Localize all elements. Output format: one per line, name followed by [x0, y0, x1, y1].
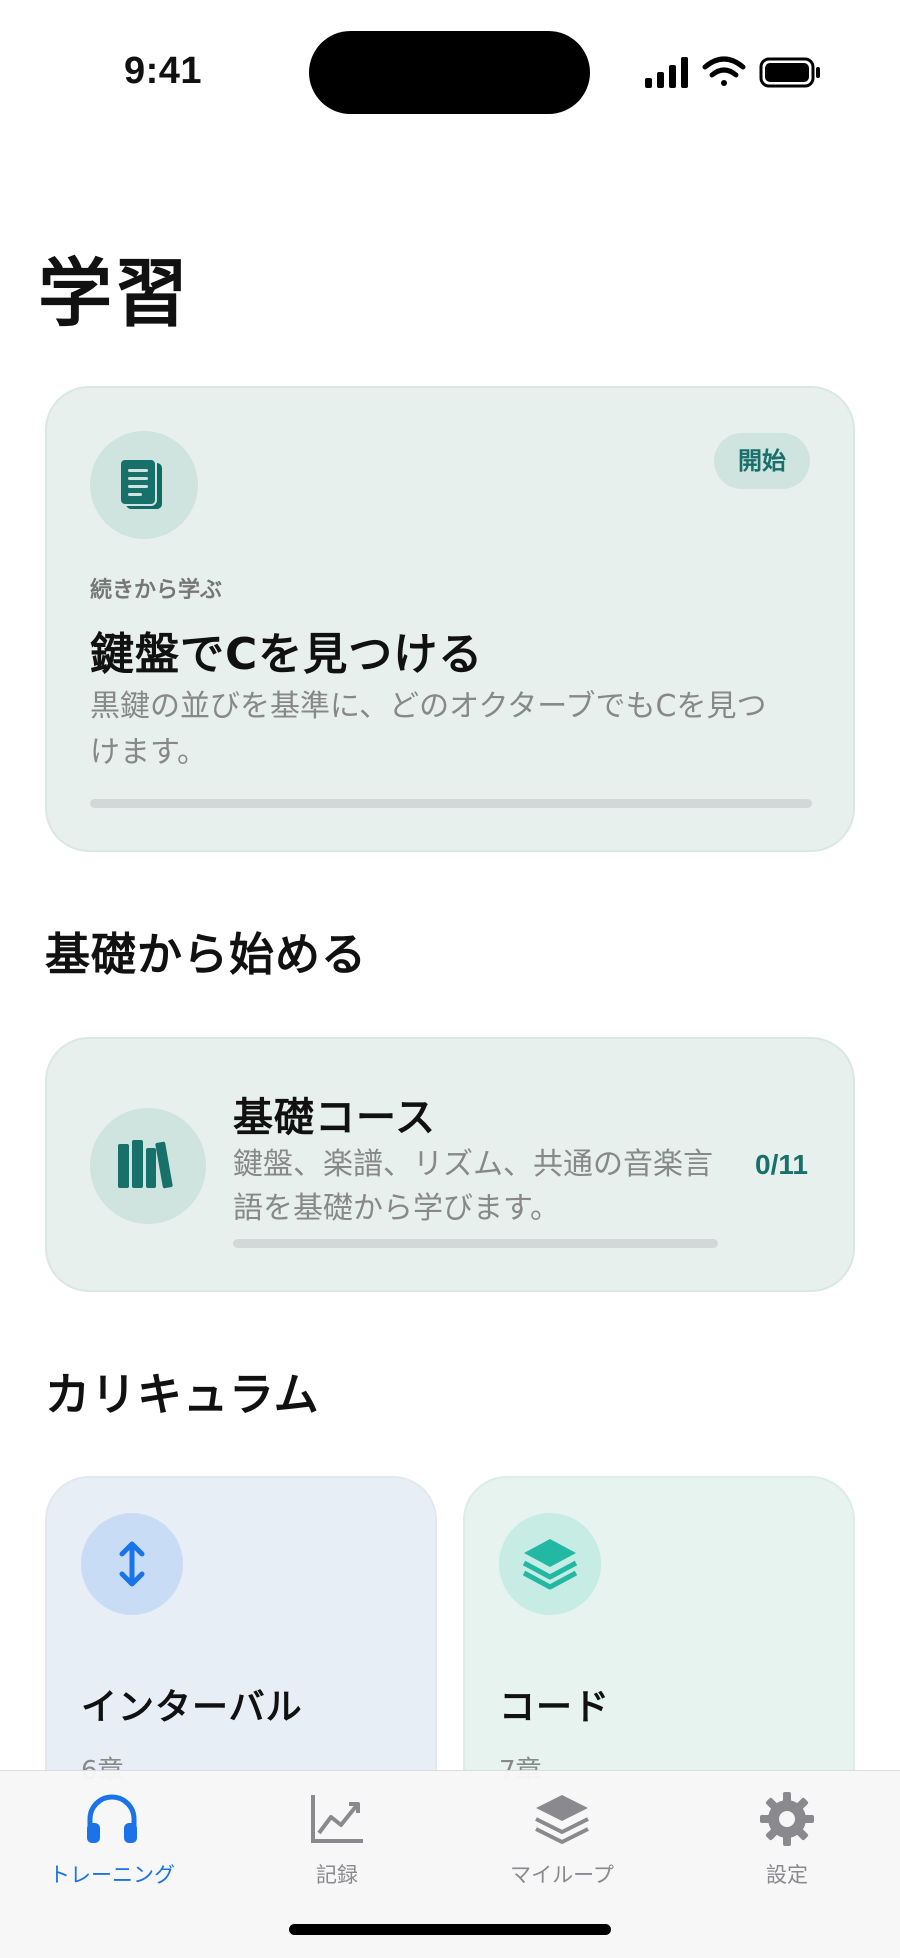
home-indicator	[289, 1924, 611, 1935]
lesson-title: 鍵盤でCを見つける	[90, 629, 484, 680]
chart-line-icon	[311, 1795, 363, 1843]
gear-icon	[760, 1792, 814, 1846]
book-icon	[119, 458, 162, 509]
tab-label: トレーニング	[49, 1863, 175, 1887]
tab-my-loops[interactable]: マイループ	[462, 1789, 662, 1889]
curriculum-title: インターバル	[81, 1687, 303, 1728]
dynamic-island	[309, 31, 590, 114]
curriculum-section-heading: カリキュラム	[45, 1368, 320, 1421]
interval-icon-container	[81, 1513, 183, 1615]
basics-progress-bar	[233, 1239, 718, 1248]
tab-label: 設定	[766, 1863, 808, 1887]
tab-records[interactable]: 記録	[237, 1789, 437, 1889]
stack-icon	[535, 1795, 589, 1844]
headphones-icon	[87, 1794, 137, 1843]
lesson-description: 黒鍵の並びを基準に、どのオクターブでもCを見つけます。	[90, 689, 767, 770]
start-badge[interactable]: 開始	[714, 433, 810, 489]
cellular-signal-icon	[645, 57, 688, 88]
basics-icon-container	[90, 1108, 206, 1224]
chord-icon-container	[499, 1513, 601, 1615]
basics-section-heading: 基礎から始める	[45, 928, 368, 981]
status-time: 9:41	[124, 50, 203, 92]
basics-course-count: 0/11	[755, 1149, 808, 1180]
continue-learning-card[interactable]: 開始 続きから学ぶ 鍵盤でCを見つける 黒鍵の並びを基準に、どのオクターブでもC…	[45, 386, 855, 852]
status-icons	[645, 56, 820, 88]
continue-icon-container	[90, 431, 198, 539]
page-title: 学習	[38, 251, 190, 337]
layers-icon	[522, 1539, 578, 1590]
basics-course-title: 基礎コース	[233, 1095, 436, 1141]
tab-label: マイループ	[510, 1863, 614, 1887]
battery-icon	[759, 57, 820, 88]
basics-course-card[interactable]: 基礎コース 鍵盤、楽譜、リズム、共通の音楽言語を基礎から学びます。 0/11	[45, 1037, 855, 1292]
up-down-arrow-icon	[119, 1541, 145, 1587]
basics-course-description: 鍵盤、楽譜、リズム、共通の音楽言語を基礎から学びます。	[233, 1147, 713, 1226]
tab-settings[interactable]: 設定	[687, 1789, 887, 1889]
curriculum-title: コード	[499, 1687, 611, 1728]
tab-label: 記録	[316, 1863, 358, 1887]
wifi-icon	[702, 56, 746, 86]
tab-training[interactable]: トレーニング	[12, 1789, 212, 1889]
status-bar: 9:41	[0, 0, 900, 140]
books-icon	[118, 1140, 173, 1189]
lesson-progress-bar	[90, 799, 812, 808]
continue-eyebrow: 続きから学ぶ	[90, 578, 223, 603]
